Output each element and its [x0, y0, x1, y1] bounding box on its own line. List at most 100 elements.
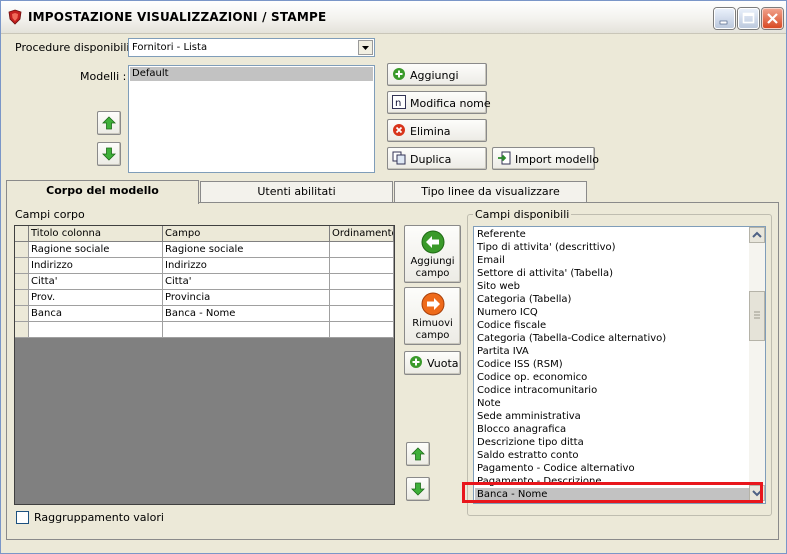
cell-titolo[interactable]: Citta'	[29, 274, 163, 290]
cell-campo[interactable]: Banca - Nome	[163, 306, 330, 322]
row-selector[interactable]	[15, 290, 29, 306]
row-selector[interactable]	[15, 274, 29, 290]
field-move-up-button[interactable]	[406, 442, 430, 466]
cell-campo[interactable]: Citta'	[163, 274, 330, 290]
list-item[interactable]: Note	[477, 397, 501, 410]
table-row-new[interactable]	[15, 322, 394, 338]
row-selector[interactable]	[15, 258, 29, 274]
table-row[interactable]: Ragione sociale Ragione sociale	[15, 242, 394, 258]
cell-ordinamento[interactable]	[330, 322, 394, 338]
cell-titolo[interactable]	[29, 322, 163, 338]
list-item[interactable]: Pagamento - Codice alternativo	[477, 462, 635, 475]
row-selector[interactable]	[15, 306, 29, 322]
list-item[interactable]: Codice fiscale	[477, 319, 546, 332]
shield-icon	[8, 9, 22, 25]
cell-ordinamento[interactable]	[330, 242, 394, 258]
list-item[interactable]: Categoria (Tabella)	[477, 293, 571, 306]
tab-corpo-modello[interactable]: Corpo del modello	[6, 180, 199, 204]
cell-ordinamento[interactable]	[330, 290, 394, 306]
model-move-up-button[interactable]	[97, 111, 121, 135]
list-item[interactable]: Referente	[477, 228, 526, 241]
table-row[interactable]: Indirizzo Indirizzo	[15, 258, 394, 274]
models-listbox[interactable]: Default	[128, 65, 375, 173]
list-item[interactable]: Settore di attivita' (Tabella)	[477, 267, 613, 280]
grid-corner-cell	[15, 226, 29, 242]
grid-header-ordinamento[interactable]: Ordinamento	[330, 226, 394, 242]
cell-titolo[interactable]: Indirizzo	[29, 258, 163, 274]
grid-header-campo[interactable]: Campo	[163, 226, 330, 242]
empty-fields-button[interactable]: Vuota	[404, 351, 461, 375]
row-selector[interactable]	[15, 322, 29, 338]
procedure-dropdown[interactable]: Fornitori - Lista	[128, 38, 375, 57]
campi-corpo-grid[interactable]: Titolo colonna Campo Ordinamento Ragione…	[14, 225, 395, 505]
scroll-up-button[interactable]	[749, 227, 765, 243]
field-move-down-button[interactable]	[406, 477, 430, 501]
campi-list-scrollbar[interactable]	[749, 227, 765, 503]
list-item[interactable]: Numero ICQ	[477, 306, 538, 319]
cell-campo[interactable]: Indirizzo	[163, 258, 330, 274]
list-item-selected[interactable]: Banca - Nome	[475, 488, 750, 501]
grouping-checkbox[interactable]	[16, 511, 29, 524]
list-item[interactable]: Blocco anagrafica	[477, 423, 566, 436]
row-selector[interactable]	[15, 242, 29, 258]
window-title: IMPOSTAZIONE VISUALIZZAZIONI / STAMPE	[28, 10, 327, 24]
tab-utenti-abilitati[interactable]: Utenti abilitati	[200, 181, 393, 202]
list-item[interactable]: Descrizione tipo ditta	[477, 436, 584, 449]
delete-model-button[interactable]: Elimina	[387, 119, 487, 142]
cell-campo[interactable]: Provincia	[163, 290, 330, 306]
scroll-down-button[interactable]	[749, 485, 765, 501]
x-circle-icon	[393, 124, 405, 136]
cell-ordinamento[interactable]	[330, 258, 394, 274]
arrow-up-icon	[102, 116, 116, 130]
list-item[interactable]: Partita IVA	[477, 345, 529, 358]
add-field-label-2: campo	[415, 268, 450, 279]
minimize-icon	[719, 20, 728, 25]
import-model-label: Import modello	[515, 153, 600, 166]
table-row[interactable]: Citta' Citta'	[15, 274, 394, 290]
maximize-icon	[742, 12, 755, 24]
model-move-down-button[interactable]	[97, 142, 121, 166]
add-field-button[interactable]: Aggiungi campo	[404, 225, 461, 283]
add-model-button[interactable]: Aggiungi	[387, 63, 487, 86]
list-item[interactable]: Tipo di attivita' (descrittivo)	[477, 241, 616, 254]
procedure-selected-value: Fornitori - Lista	[132, 42, 208, 53]
arrow-left-circle-icon	[421, 230, 445, 254]
list-item[interactable]: Sito web	[477, 280, 520, 293]
list-item[interactable]: Saldo estratto conto	[477, 449, 579, 462]
arrow-down-icon	[411, 482, 425, 496]
duplicate-model-button[interactable]: Duplica	[387, 147, 487, 170]
minimize-button[interactable]	[714, 8, 735, 29]
dropdown-arrow-button[interactable]	[358, 40, 373, 55]
cell-campo[interactable]	[163, 322, 330, 338]
grip-icon	[754, 311, 760, 319]
cell-titolo[interactable]: Banca	[29, 306, 163, 322]
campi-disponibili-listbox[interactable]: Referente Tipo di attivita' (descrittivo…	[473, 226, 766, 504]
list-item[interactable]: Codice ISS (RSM)	[477, 358, 563, 371]
remove-field-label-2: campo	[415, 330, 450, 341]
cell-ordinamento[interactable]	[330, 274, 394, 290]
table-row[interactable]: Prov. Provincia	[15, 290, 394, 306]
cell-ordinamento[interactable]	[330, 306, 394, 322]
maximize-button[interactable]	[738, 8, 759, 29]
list-item[interactable]: Codice op. economico	[477, 371, 587, 384]
rename-model-button[interactable]: n Modifica nome	[387, 91, 491, 114]
model-item-default[interactable]: Default	[130, 67, 373, 81]
cell-titolo[interactable]: Ragione sociale	[29, 242, 163, 258]
tab-tipo-linee[interactable]: Tipo linee da visualizzare	[394, 181, 587, 202]
table-row[interactable]: Banca Banca - Nome	[15, 306, 394, 322]
cell-campo[interactable]: Ragione sociale	[163, 242, 330, 258]
arrow-up-icon	[411, 447, 425, 461]
close-window-button[interactable]	[762, 8, 783, 29]
list-item[interactable]: Categoria (Tabella-Codice alternativo)	[477, 332, 666, 345]
title-bar[interactable]: IMPOSTAZIONE VISUALIZZAZIONI / STAMPE	[1, 1, 786, 34]
cell-titolo[interactable]: Prov.	[29, 290, 163, 306]
list-item[interactable]: Codice intracomunitario	[477, 384, 597, 397]
list-item[interactable]: Email	[477, 254, 505, 267]
grid-header-titolo[interactable]: Titolo colonna	[29, 226, 163, 242]
list-item[interactable]: Sede amministrativa	[477, 410, 581, 423]
remove-field-button[interactable]: Rimuovi campo	[404, 287, 461, 345]
list-item[interactable]: Pagamento - Descrizione	[477, 475, 602, 488]
scroll-thumb[interactable]	[749, 291, 765, 341]
main-window: IMPOSTAZIONE VISUALIZZAZIONI / STAMPE Pr…	[0, 0, 787, 554]
import-model-button[interactable]: Import modello	[492, 147, 599, 170]
